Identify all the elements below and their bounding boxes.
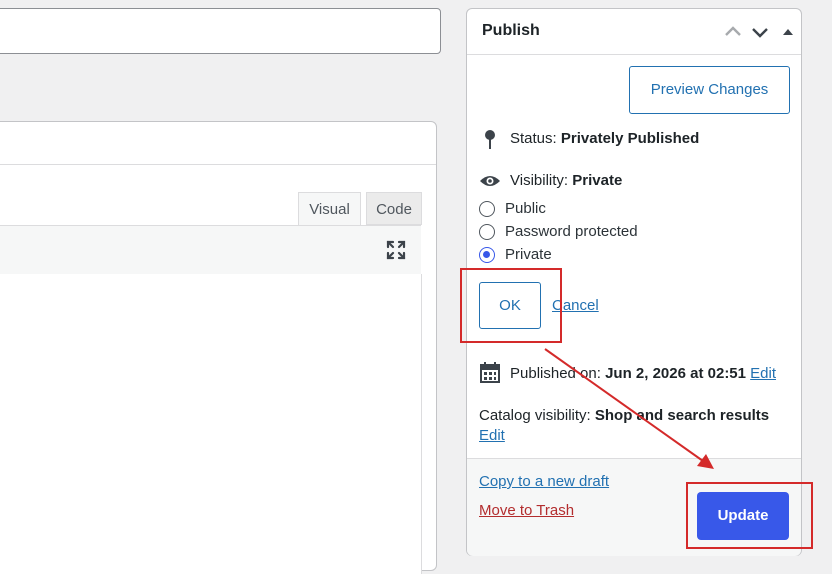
annotation-arrow xyxy=(544,348,714,469)
